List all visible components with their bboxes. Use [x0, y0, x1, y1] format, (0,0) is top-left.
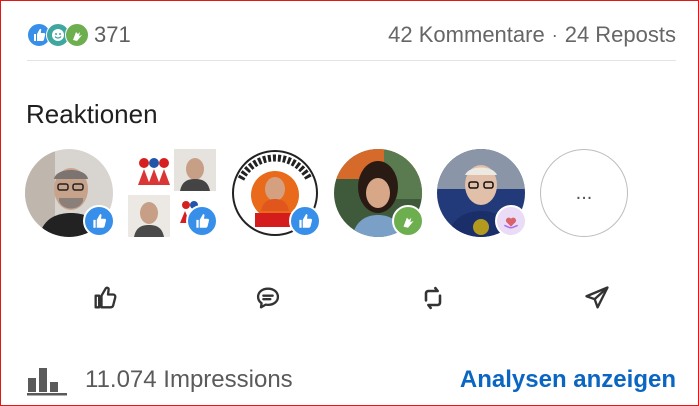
more-reactors[interactable]: ...: [540, 149, 628, 237]
more-button[interactable]: ...: [540, 149, 628, 237]
repost-icon: [424, 286, 442, 310]
thumbs-up-icon: [94, 286, 117, 309]
reactor-avatar-2[interactable]: [128, 149, 218, 237]
repost-button[interactable]: [411, 276, 455, 320]
action-bar: [1, 276, 698, 320]
like-badge-icon: [289, 205, 321, 237]
view-analytics-link[interactable]: Analysen anzeigen: [460, 366, 676, 394]
comments-count[interactable]: 42 Kommentare: [388, 22, 545, 48]
separator-dot: ·: [551, 24, 558, 45]
reactor-avatar-1[interactable]: [25, 149, 115, 237]
reactions-count[interactable]: 371: [94, 22, 131, 48]
reactor-avatar-5[interactable]: [437, 149, 527, 237]
impressions-count: 11.074 Impressions: [85, 366, 293, 393]
impressions-stat: 11.074 Impressions: [27, 364, 293, 396]
reactions-heading: Reaktionen: [26, 99, 158, 129]
like-badge-icon: [186, 205, 218, 237]
like-button[interactable]: [83, 276, 127, 320]
comment-button[interactable]: [246, 276, 290, 320]
bar-chart-icon: [27, 368, 67, 396]
reactor-avatars: ...: [25, 149, 643, 237]
reaction-summary[interactable]: 371: [27, 22, 131, 48]
celebrate-badge-icon: [392, 205, 424, 237]
like-badge-icon: [83, 205, 115, 237]
send-button[interactable]: [575, 276, 619, 320]
reactor-avatar-3[interactable]: [231, 149, 321, 237]
post-footer-card: 371 42 Kommentare · 24 Reposts Reaktione…: [0, 0, 699, 406]
reactor-avatar-4[interactable]: [334, 149, 424, 237]
analytics-bar: 11.074 Impressions Analysen anzeigen: [27, 361, 676, 399]
support-badge-icon: [495, 205, 527, 237]
divider: [27, 60, 676, 61]
comment-icon: [256, 287, 280, 309]
celebrate-reaction-icon: [65, 23, 89, 47]
social-counts-bar: 371 42 Kommentare · 24 Reposts: [27, 15, 676, 55]
engagement-stats: 42 Kommentare · 24 Reposts: [388, 22, 676, 48]
reposts-count[interactable]: 24 Reposts: [565, 22, 676, 48]
send-icon: [585, 286, 609, 309]
